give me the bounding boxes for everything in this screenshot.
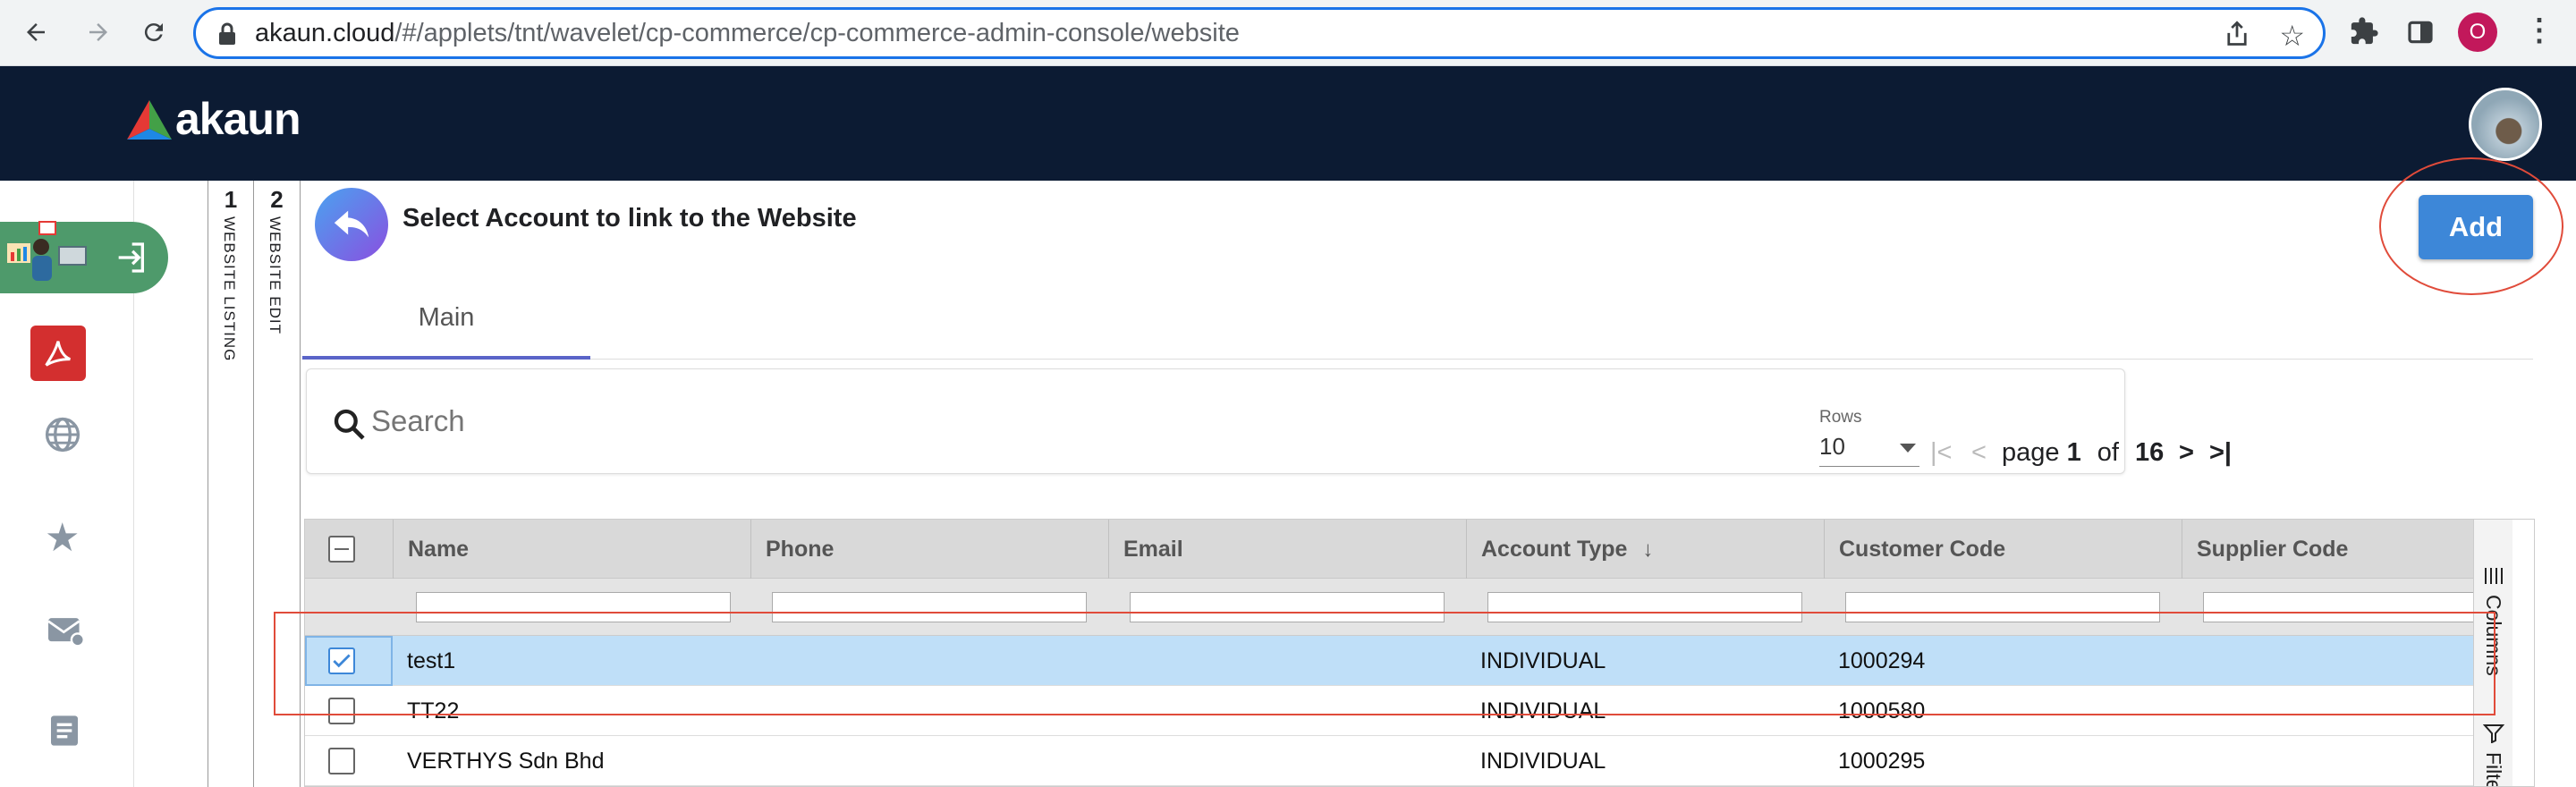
grid-header: Name Phone Email Account Type ↓ Customer… [305,520,2473,579]
cell-email [1108,736,1123,786]
page-word: page [2002,438,2060,467]
app-logo-text: akaun [175,94,301,144]
url-text: akaun.cloud/#/applets/tnt/wavelet/cp-com… [255,19,1240,48]
back-button[interactable] [315,188,388,261]
document-icon[interactable] [47,712,82,749]
total-pages: 16 [2135,438,2165,467]
user-avatar[interactable] [2469,88,2542,161]
address-bar[interactable]: akaun.cloud/#/applets/tnt/wavelet/cp-com… [193,7,2326,59]
acrobat-icon[interactable] [30,326,86,381]
app-header: akaun [0,66,2576,181]
filter-icon [2482,724,2505,748]
applet-illustration-icon [4,216,93,296]
column-header-phone[interactable]: Phone [750,520,1108,579]
column-header-name[interactable]: Name [393,520,750,579]
cell-name: VERTHYS Sdn Bhd [407,749,605,774]
next-page-icon[interactable]: > [2179,438,2194,468]
table-row[interactable]: VERTHYS Sdn Bhd INDIVIDUAL 1000295 [305,736,2473,786]
mail-settings-icon[interactable] [47,614,84,647]
pagination-text: page 1 of 16 [2002,438,2164,468]
search-input[interactable] [371,402,2071,441]
sort-down-icon: ↓ [1642,537,1654,562]
globe-icon[interactable] [43,415,82,454]
extensions-icon[interactable] [2349,16,2379,51]
sidebar-active-item[interactable] [0,221,168,293]
browser-toolbar: akaun.cloud/#/applets/tnt/wavelet/cp-com… [0,0,2576,66]
annotation-circle [2379,157,2563,295]
rows-select[interactable]: 10 [1819,433,1919,467]
prev-page-icon[interactable]: < [1971,438,1987,468]
profile-avatar[interactable]: O [2458,13,2497,52]
column-header-account-type[interactable]: Account Type ↓ [1466,520,1824,579]
step-label: WEBSITE EDIT [267,216,284,334]
rows-value: 10 [1819,433,1845,460]
column-header-customer-code[interactable]: Customer Code [1824,520,2182,579]
tab-main[interactable]: Main [302,279,590,360]
dropdown-arrow-icon [1900,444,1916,453]
step-number: 1 [224,186,238,213]
reply-arrow-icon [334,210,369,238]
column-header-email[interactable]: Email [1108,520,1466,579]
cell-supplier-code [2182,736,2196,786]
first-page-icon[interactable]: |< [1930,438,1952,468]
side-panel-icon[interactable] [2406,18,2435,51]
rows-label: Rows [1819,408,1862,427]
reload-icon[interactable] [134,13,174,52]
cell-customer-code: 1000295 [1838,749,1926,774]
star-icon[interactable]: ★ [45,515,80,561]
columns-icon [2483,566,2504,590]
column-header-supplier-code[interactable]: Supplier Code [2182,520,2486,579]
filters-tab[interactable]: Filters [2481,752,2505,786]
last-page-icon[interactable]: >| [2209,438,2232,468]
share-icon[interactable] [2224,21,2250,52]
step-tab-website-listing[interactable]: 1 WEBSITE LISTING [208,181,254,787]
akaun-logo-icon [125,98,174,146]
step-label: WEBSITE LISTING [221,216,238,362]
cell-phone [750,736,765,786]
forward-icon[interactable] [79,13,118,52]
row-checkbox[interactable] [328,748,355,774]
url-path: /#/applets/tnt/wavelet/cp-commerce/cp-co… [394,19,1240,47]
browser-menu-icon[interactable]: ⋮ [2524,13,2555,48]
login-arrow-icon[interactable] [111,240,150,280]
back-icon[interactable] [16,13,55,52]
current-page: 1 [2066,438,2081,467]
column-header-label: Account Type [1481,537,1628,562]
url-host: akaun.cloud [255,19,395,47]
select-all-checkbox[interactable] [328,536,355,563]
of-word: of [2097,438,2119,467]
annotation-box [274,612,2496,715]
page-title: Select Account to link to the Website [402,204,857,233]
search-icon [332,407,368,447]
tab-bar: Main [302,279,2533,360]
step-number: 2 [270,186,284,213]
lock-icon [217,22,237,50]
bookmark-star-icon[interactable]: ☆ [2279,19,2305,53]
cell-account-type: INDIVIDUAL [1480,749,1606,774]
